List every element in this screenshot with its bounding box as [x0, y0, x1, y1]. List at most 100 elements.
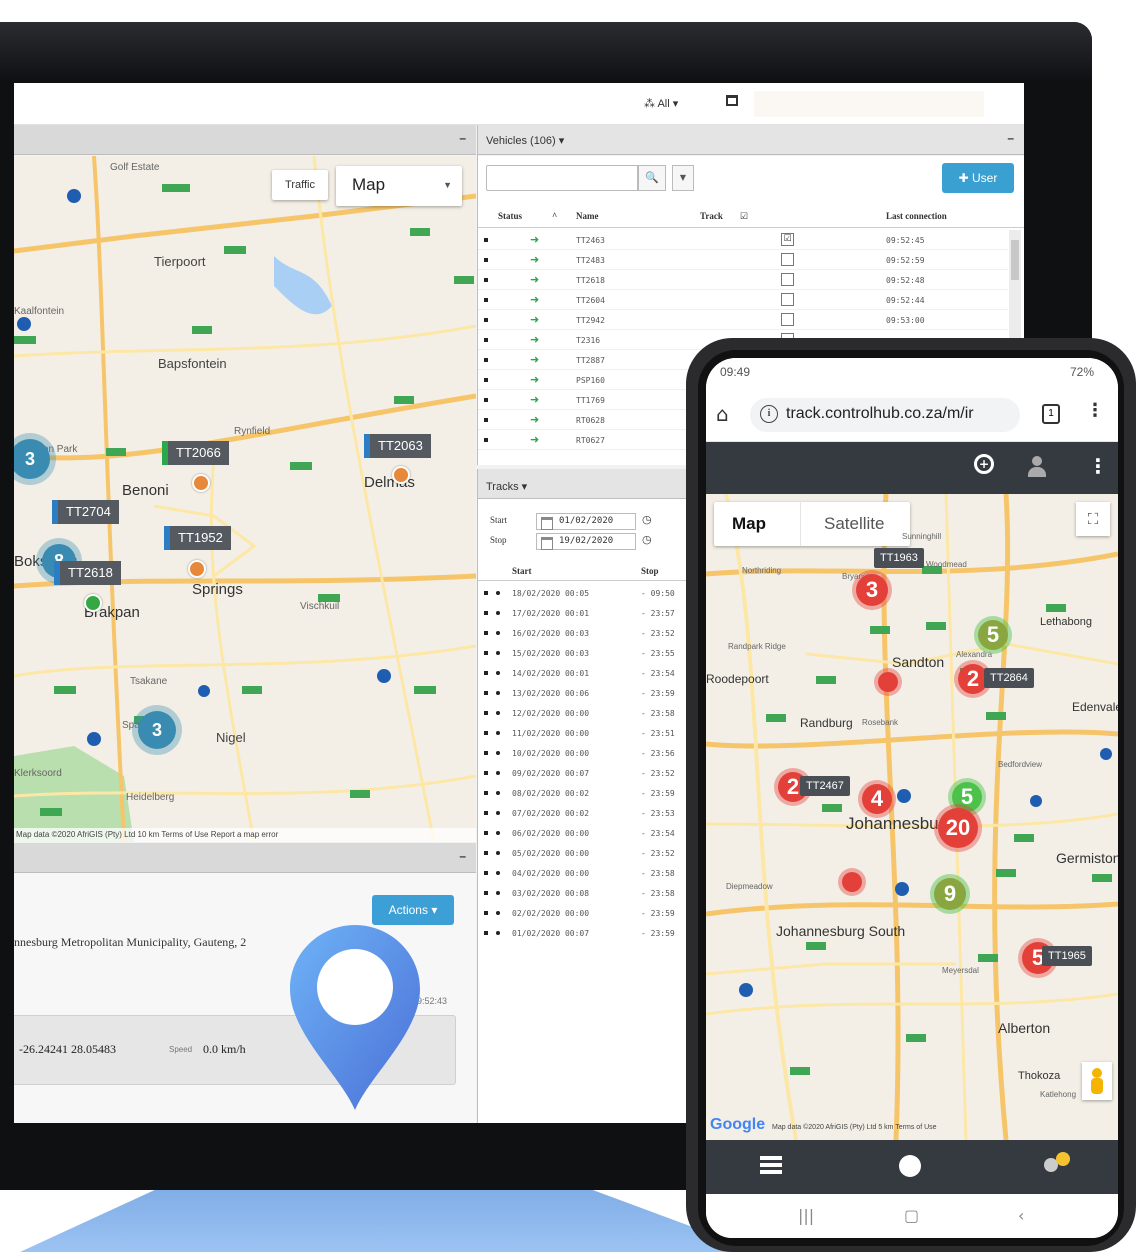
map-type-select[interactable]: Map ▼ — [336, 166, 462, 206]
search-icon[interactable]: 🔍 — [638, 165, 666, 191]
table-row[interactable]: ➜ TT2483 09:52:59 — [478, 250, 1008, 270]
vehicles-dropdown[interactable]: Vehicles (106) ▾ — [486, 134, 564, 147]
home-button-icon[interactable]: ▢ — [904, 1206, 919, 1225]
url-field[interactable]: track.controlhub.co.za/m/ir — [750, 398, 1020, 432]
column-header[interactable]: Name — [576, 211, 599, 221]
track-checkbox[interactable] — [781, 293, 794, 306]
vehicle-marker-icon[interactable] — [188, 560, 206, 578]
table-row[interactable]: 11/02/2020 00:00 - 23:51 — [478, 723, 698, 743]
back-icon[interactable]: ‹ — [1018, 1206, 1024, 1225]
track-all-checkbox[interactable]: ☑ — [740, 211, 748, 222]
table-row[interactable]: 04/02/2020 00:00 - 23:58 — [478, 863, 698, 883]
table-row[interactable]: 18/02/2020 00:05 - 09:50 — [478, 583, 698, 603]
tracks-dropdown[interactable]: Tracks ▾ — [486, 480, 527, 493]
vehicle-cluster[interactable]: 4 — [862, 784, 892, 814]
vehicle-cluster[interactable]: 3 — [856, 574, 888, 606]
table-row[interactable]: ➜ TT2618 09:52:48 — [478, 270, 1008, 290]
tab-count-button[interactable]: 1 — [1042, 404, 1060, 424]
start-date-field[interactable]: 01/02/2020 — [536, 513, 636, 530]
stop-date-field[interactable]: 19/02/2020 — [536, 533, 636, 550]
browser-menu-icon[interactable]: ⋮ — [1086, 400, 1104, 421]
table-row[interactable]: ➜ TT2942 09:53:00 — [478, 310, 1008, 330]
user-icon[interactable] — [1028, 456, 1046, 478]
table-row[interactable]: 01/02/2020 00:07 - 23:59 — [478, 923, 698, 943]
search-options-button[interactable]: ▼ — [672, 165, 694, 191]
list-icon[interactable] — [760, 1156, 782, 1174]
vehicle-marker-label[interactable]: TT2063 — [364, 434, 431, 458]
calendar-icon[interactable] — [726, 95, 738, 106]
vehicle-marker-label[interactable]: TT2066 — [162, 441, 229, 465]
last-connection: 09:52:45 — [886, 236, 925, 245]
table-row[interactable]: 13/02/2020 00:06 - 23:59 — [478, 683, 698, 703]
table-row[interactable]: ➜ TT2604 09:52:44 — [478, 290, 1008, 310]
vehicle-marker-label[interactable]: TT1952 — [164, 526, 231, 550]
table-row[interactable]: 15/02/2020 00:03 - 23:55 — [478, 643, 698, 663]
track-checkbox[interactable] — [781, 313, 794, 326]
traffic-toggle[interactable]: Traffic — [272, 170, 328, 200]
menu-icon[interactable]: ⋮ — [1088, 454, 1108, 478]
table-row[interactable]: 10/02/2020 00:00 - 23:56 — [478, 743, 698, 763]
global-search-field[interactable] — [754, 91, 984, 117]
vehicle-marker-icon[interactable] — [192, 474, 210, 492]
vehicle-marker-label[interactable]: TT2467 — [800, 776, 850, 796]
column-header[interactable]: Start — [512, 566, 532, 576]
android-nav-bar: ||| ▢ ‹ — [706, 1194, 1118, 1238]
fullscreen-icon[interactable]: ⛶ — [1076, 502, 1110, 536]
table-row[interactable]: 02/02/2020 00:00 - 23:59 — [478, 903, 698, 923]
vehicle-marker-icon[interactable] — [392, 466, 410, 484]
table-row[interactable]: 12/02/2020 00:00 - 23:58 — [478, 703, 698, 723]
group-filter-dropdown[interactable]: ⁂ All ▾ — [644, 97, 678, 110]
minimize-button[interactable]: – — [459, 849, 466, 863]
phone-map[interactable]: Map Satellite ⛶ Sunninghill Northriding … — [706, 494, 1118, 1140]
vehicle-marker-label[interactable]: TT2864 — [984, 668, 1034, 688]
home-icon[interactable]: ⌂ — [716, 402, 729, 426]
vehicle-marker-icon[interactable] — [878, 672, 898, 692]
column-header[interactable]: Last connection — [886, 211, 947, 221]
vehicle-cluster[interactable]: 20 — [938, 808, 978, 848]
table-row[interactable]: 06/02/2020 00:00 - 23:54 — [478, 823, 698, 843]
table-row[interactable]: 17/02/2020 00:01 - 23:57 — [478, 603, 698, 623]
zoom-icon[interactable]: + — [974, 454, 994, 474]
vehicle-marker-label[interactable]: TT1965 — [1042, 946, 1092, 966]
fleet-map[interactable]: Traffic Map ▼ Golf Estate Tierpoort Baps… — [14, 156, 476, 842]
table-row[interactable]: 16/02/2020 00:03 - 23:52 — [478, 623, 698, 643]
select-marker — [484, 711, 488, 715]
street-view-pegman-icon[interactable] — [1082, 1062, 1112, 1100]
select-marker — [484, 238, 488, 242]
map-button[interactable]: Map — [732, 514, 766, 534]
satellite-button[interactable]: Satellite — [824, 514, 884, 534]
table-row[interactable]: ➜ TT2463 ☑ 09:52:45 — [478, 230, 1008, 250]
vehicle-search-input[interactable] — [486, 165, 638, 191]
vehicle-marker-icon[interactable] — [84, 594, 102, 612]
vehicle-marker-label[interactable]: TT1963 — [874, 548, 924, 568]
info-icon[interactable]: i — [760, 405, 778, 423]
column-header[interactable]: Track — [700, 211, 723, 221]
vehicle-cluster[interactable]: 9 — [934, 878, 966, 910]
track-start: 08/02/2020 00:02 — [512, 789, 590, 798]
table-row[interactable]: 08/02/2020 00:02 - 23:59 — [478, 783, 698, 803]
vehicle-cluster[interactable]: 5 — [978, 620, 1008, 650]
table-row[interactable]: 14/02/2020 00:01 - 23:54 — [478, 663, 698, 683]
vehicle-marker-icon[interactable] — [842, 872, 862, 892]
actions-button[interactable]: Actions ▾ — [372, 895, 454, 925]
clock-icon[interactable]: ◷ — [642, 533, 652, 546]
table-row[interactable]: 09/02/2020 00:07 - 23:52 — [478, 763, 698, 783]
recent-apps-icon[interactable]: ||| — [798, 1206, 814, 1225]
vehicle-marker-label[interactable]: TT2618 — [54, 561, 121, 585]
vehicle-marker-label[interactable]: TT2704 — [52, 500, 119, 524]
column-header[interactable]: Status — [498, 211, 522, 221]
add-user-button[interactable]: ✚ User — [942, 163, 1014, 193]
minimize-button[interactable]: – — [459, 131, 466, 145]
table-row[interactable]: 05/02/2020 00:00 - 23:52 — [478, 843, 698, 863]
globe-icon[interactable] — [899, 1155, 921, 1177]
track-checkbox[interactable]: ☑ — [781, 233, 794, 246]
column-header[interactable]: Stop — [641, 566, 659, 576]
table-row[interactable]: 07/02/2020 00:02 - 23:53 — [478, 803, 698, 823]
users-icon[interactable] — [1042, 1152, 1070, 1178]
scrollbar-thumb[interactable] — [1011, 240, 1019, 280]
track-checkbox[interactable] — [781, 273, 794, 286]
clock-icon[interactable]: ◷ — [642, 513, 652, 526]
table-row[interactable]: 03/02/2020 00:08 - 23:58 — [478, 883, 698, 903]
track-checkbox[interactable] — [781, 253, 794, 266]
vehicle-cluster[interactable]: 3 — [138, 711, 176, 749]
